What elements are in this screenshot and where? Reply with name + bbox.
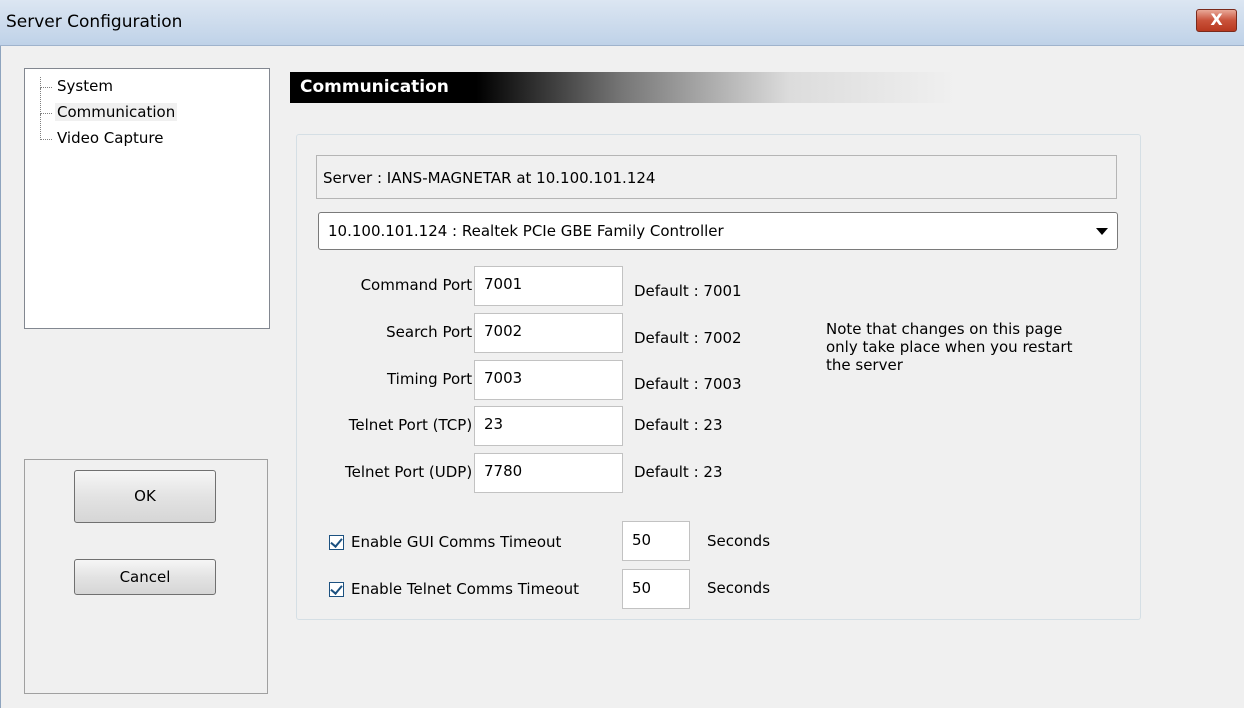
timing-port-default: Default : 7003	[634, 375, 742, 393]
telnet-udp-port-input[interactable]: 7780	[474, 453, 623, 493]
ok-button[interactable]: OK	[74, 470, 216, 523]
telnet-tcp-port-label: Telnet Port (TCP) :	[348, 416, 482, 434]
cancel-button[interactable]: Cancel	[74, 559, 216, 595]
config-tree[interactable]: System Communication Video Capture	[24, 68, 270, 329]
close-icon[interactable]: X	[1196, 9, 1237, 32]
timing-port-input[interactable]: 7003	[474, 360, 623, 400]
server-info-box: Server : IANS-MAGNETAR at 10.100.101.124	[316, 155, 1117, 199]
search-port-label: Search Port :	[386, 323, 482, 341]
search-port-input[interactable]: 7002	[474, 313, 623, 353]
tree-connector	[40, 114, 52, 140]
tree-connector	[40, 88, 52, 114]
command-port-label: Command Port :	[360, 276, 482, 294]
search-port-default: Default : 7002	[634, 329, 742, 347]
gui-timeout-checkbox[interactable]	[329, 535, 344, 550]
tree-item-label: Communication	[55, 103, 178, 121]
gui-timeout-input[interactable]: 50	[622, 521, 690, 561]
telnet-tcp-port-default: Default : 23	[634, 416, 723, 434]
telnet-udp-port-default: Default : 23	[634, 463, 723, 481]
command-port-input[interactable]: 7001	[474, 266, 623, 306]
chevron-down-icon[interactable]	[1096, 228, 1108, 235]
telnet-timeout-unit: Seconds	[707, 579, 771, 597]
server-info: Server : IANS-MAGNETAR at 10.100.101.124	[323, 169, 656, 187]
network-adapter-value: 10.100.101.124 : Realtek PCIe GBE Family…	[328, 222, 724, 240]
restart-note: Note that changes on this page only take…	[826, 320, 1073, 374]
checkmark-icon	[330, 582, 343, 595]
gui-timeout-label[interactable]: Enable GUI Comms Timeout	[351, 533, 561, 551]
window-left-border	[0, 46, 8, 708]
telnet-udp-port-label: Telnet Port (UDP) :	[345, 463, 482, 481]
gui-timeout-unit: Seconds	[707, 532, 771, 550]
section-header: Communication	[290, 72, 956, 103]
telnet-tcp-port-input[interactable]: 23	[474, 406, 623, 446]
window-title: Server Configuration	[6, 12, 183, 32]
tree-item-label: System	[57, 77, 113, 95]
title-bar: Server Configuration X	[0, 0, 1244, 46]
section-title: Communication	[300, 77, 449, 97]
tree-connector	[40, 77, 52, 88]
telnet-timeout-input[interactable]: 50	[622, 569, 690, 609]
network-adapter-select[interactable]: 10.100.101.124 : Realtek PCIe GBE Family…	[318, 212, 1118, 250]
command-port-default: Default : 7001	[634, 282, 742, 300]
telnet-timeout-checkbox[interactable]	[329, 582, 344, 597]
tree-item-label: Video Capture	[57, 129, 164, 147]
checkmark-icon	[330, 535, 343, 548]
telnet-timeout-label[interactable]: Enable Telnet Comms Timeout	[351, 580, 579, 598]
timing-port-label: Timing Port :	[386, 370, 482, 388]
